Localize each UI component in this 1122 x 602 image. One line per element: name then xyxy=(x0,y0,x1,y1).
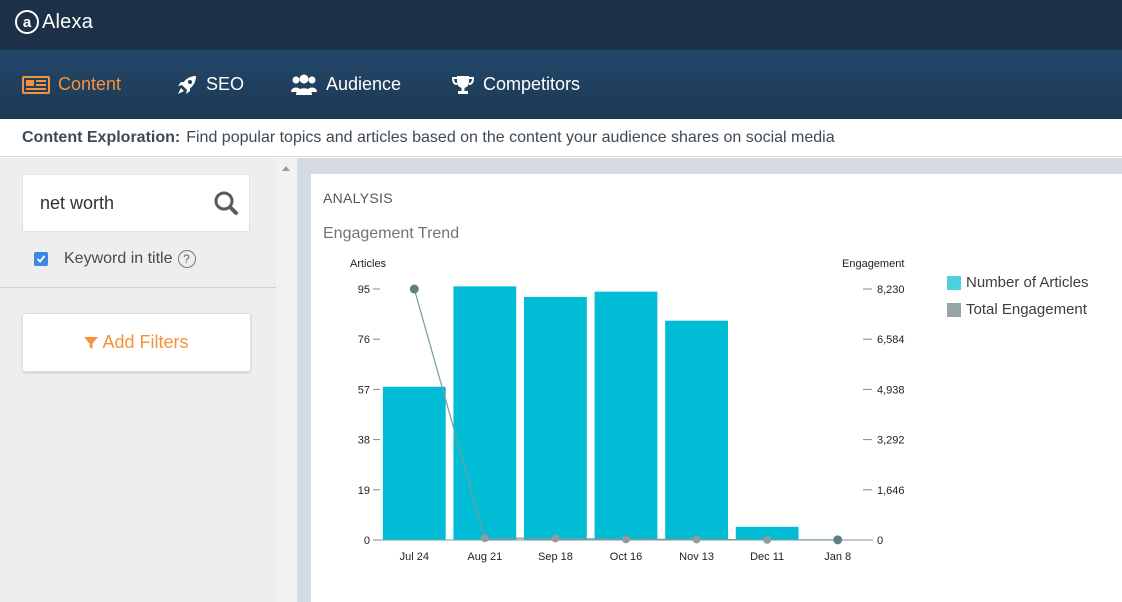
top-bar: a Alexa xyxy=(0,0,1122,50)
left-tick-label: 57 xyxy=(358,384,370,396)
users-icon xyxy=(291,74,317,95)
nav-item-audience[interactable]: Audience xyxy=(290,50,401,119)
legend-label-engagement: Total Engagement xyxy=(966,301,1087,318)
page-description: Content Exploration: Find popular topics… xyxy=(0,119,1122,157)
engagement-point xyxy=(833,535,843,545)
sidebar-scrollbar[interactable] xyxy=(276,158,297,602)
engagement-point xyxy=(763,535,772,544)
right-tick-label: 6,584 xyxy=(877,334,905,346)
left-tick-label: 76 xyxy=(358,334,370,346)
search-icon[interactable] xyxy=(213,190,239,216)
rocket-icon xyxy=(178,75,196,94)
article-count-bar xyxy=(594,291,658,540)
left-tick-label: 19 xyxy=(358,485,370,497)
legend-item-articles[interactable]: Number of Articles xyxy=(947,269,1089,296)
keyword-in-title-label: Keyword in title xyxy=(64,250,173,267)
article-count-bar xyxy=(524,296,587,540)
sidebar-divider xyxy=(0,287,276,288)
app-name: Alexa xyxy=(42,10,94,33)
x-tick-label: Jan 8 xyxy=(824,551,851,563)
filter-icon xyxy=(84,336,99,349)
right-tick-label: 0 xyxy=(877,535,883,547)
engagement-point xyxy=(622,535,630,544)
x-tick-label: Nov 13 xyxy=(679,551,714,563)
right-tick-label: 8,230 xyxy=(877,284,905,296)
keyword-in-title-checkbox[interactable] xyxy=(34,252,48,266)
nav-item-content[interactable]: Content xyxy=(22,50,121,119)
keyword-in-title-option: Keyword in title ? xyxy=(34,250,196,268)
alexa-logo[interactable]: a Alexa xyxy=(15,10,93,34)
article-count-bar xyxy=(453,286,517,540)
nav-item-label: Audience xyxy=(326,74,402,94)
newspaper-icon xyxy=(22,75,50,94)
search-input-value[interactable]: net worth xyxy=(40,193,213,214)
scroll-up-arrow-icon[interactable] xyxy=(282,166,290,171)
page-description-text: Find popular topics and articles based o… xyxy=(186,128,835,146)
engagement-trend-chart: Articles Engagement 0 19 38 57 76 95 0 1,646 3,292… xyxy=(350,258,905,563)
legend-swatch-articles xyxy=(947,275,961,290)
x-tick-label: Sep 18 xyxy=(538,551,573,563)
engagement-point xyxy=(551,534,560,543)
main-nav: Content SEO Audience Competitors xyxy=(0,50,1122,119)
x-tick-label: Oct 16 xyxy=(610,551,642,563)
chart-legend: Number of Articles Total Engagement xyxy=(947,269,1089,323)
left-tick-label: 0 xyxy=(364,535,370,547)
search-input[interactable]: net worth xyxy=(22,174,250,232)
nav-item-seo[interactable]: SEO xyxy=(176,50,244,119)
x-tick-label: Jul 24 xyxy=(400,551,429,563)
analysis-panel: ANALYSIS Engagement Trend Articles Engage… xyxy=(311,174,1122,602)
right-tick-label: 3,292 xyxy=(877,435,905,447)
legend-label-articles: Number of Articles xyxy=(966,274,1089,291)
add-filters-label: Add Filters xyxy=(102,332,189,352)
alexa-logo-icon: a xyxy=(15,10,39,34)
legend-swatch-engagement xyxy=(947,302,961,317)
nav-item-label: SEO xyxy=(206,74,245,94)
nav-item-label: Competitors xyxy=(483,74,581,94)
checkmark-icon xyxy=(36,255,46,263)
legend-item-engagement[interactable]: Total Engagement xyxy=(947,296,1089,323)
article-count-bar xyxy=(382,386,446,540)
left-tick-label: 38 xyxy=(358,435,370,447)
sidebar: net worth Keyword in title ? Add Filters xyxy=(0,158,276,602)
left-tick-label: 95 xyxy=(358,284,370,296)
page-description-lead: Content Exploration: xyxy=(22,128,181,146)
nav-item-competitors[interactable]: Competitors xyxy=(451,50,580,119)
right-tick-label: 1,646 xyxy=(877,485,905,497)
right-tick-label: 4,938 xyxy=(877,384,905,396)
x-tick-label: Aug 21 xyxy=(467,551,502,563)
main-content: ANALYSIS Engagement Trend Articles Engage… xyxy=(297,158,1122,602)
engagement-point xyxy=(409,284,419,294)
engagement-point xyxy=(480,534,489,543)
add-filters-button[interactable]: Add Filters xyxy=(22,313,251,372)
help-icon[interactable]: ? xyxy=(177,250,196,268)
trophy-icon xyxy=(451,75,475,94)
x-tick-label: Dec 11 xyxy=(750,551,784,563)
nav-item-label: Content xyxy=(58,74,122,94)
left-axis-title: Articles xyxy=(350,258,387,270)
engagement-point xyxy=(692,535,701,544)
article-count-bar xyxy=(665,320,728,540)
right-axis-title: Engagement xyxy=(842,258,904,270)
